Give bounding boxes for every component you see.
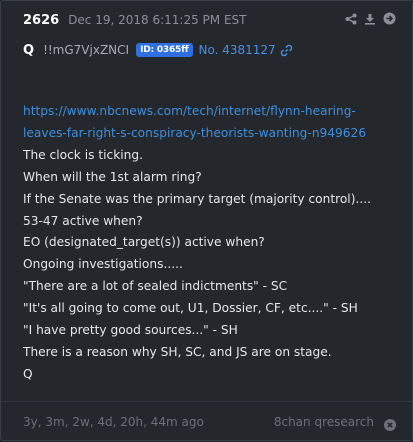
post-source[interactable]: 8chan qresearch	[274, 415, 374, 429]
post-signature: Q	[23, 366, 33, 381]
post-line: "There are a lot of sealed indictments" …	[23, 279, 288, 294]
post-header: 2626 Dec 19, 2018 6:11:25 PM EST	[23, 11, 246, 29]
share-icon[interactable]	[345, 13, 357, 25]
post-line: "It's all going to come out, U1, Dossier…	[23, 301, 358, 316]
post-line: When will the 1st alarm ring?	[23, 169, 202, 184]
post-toolbar	[345, 12, 396, 25]
download-icon[interactable]	[364, 13, 376, 25]
post-line: "I have pretty good sources..." - SH	[23, 323, 238, 338]
author-row: Q !!mG7VjxZNCI ID: 0365ff No. 4381127	[23, 41, 293, 59]
post-number: 2626	[23, 12, 60, 28]
tripcode: !!mG7VjxZNCI	[43, 43, 130, 57]
post-body: https://www.nbcnews.com/tech/internet/fl…	[23, 101, 408, 386]
close-icon[interactable]	[384, 416, 396, 435]
post-age: 3y, 3m, 2w, 4d, 20h, 44m ago	[23, 415, 204, 429]
post-card: 2626 Dec 19, 2018 6:11:25 PM EST Q !!mG7…	[0, 0, 413, 441]
post-line: The clock is ticking.	[23, 147, 143, 162]
arrow-right-icon[interactable]	[383, 12, 396, 25]
post-number-link[interactable]: No. 4381127	[199, 43, 276, 57]
post-line: 53-47 active when?	[23, 213, 143, 228]
post-line: Ongoing investigations.....	[23, 257, 183, 272]
post-line: EO (designated_target(s)) active when?	[23, 235, 265, 250]
article-link-line-1[interactable]: https://www.nbcnews.com/tech/internet/fl…	[23, 101, 408, 123]
post-date: Dec 19, 2018 6:11:25 PM EST	[68, 13, 247, 27]
author-name: Q	[23, 42, 35, 58]
id-badge[interactable]: ID: 0365ff	[136, 43, 193, 57]
link-icon[interactable]	[280, 44, 293, 57]
post-line: If the Senate was the primary target (ma…	[23, 191, 371, 206]
post-line: There is a reason why SH, SC, and JS are…	[23, 344, 332, 359]
article-link-line-2[interactable]: leaves-far-right-s-conspiracy-theorists-…	[23, 123, 408, 145]
post-footer: 3y, 3m, 2w, 4d, 20h, 44m ago 8chan qrese…	[1, 401, 412, 442]
